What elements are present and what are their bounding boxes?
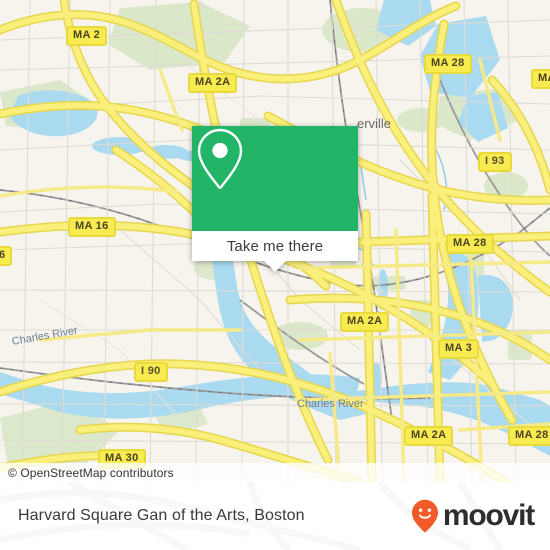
callout-action-bar[interactable]: Take me there xyxy=(192,231,358,261)
page-title: Harvard Square Gan of the Arts, Boston xyxy=(18,507,305,524)
take-me-there-label: Take me there xyxy=(226,237,324,255)
road-shield-ma-28: MA 28 xyxy=(446,234,494,254)
road-shield-ma-16-clipped: 6 xyxy=(0,246,13,266)
road-shield-ma-2a: MA 2A xyxy=(188,73,238,93)
callout-icon-panel xyxy=(192,126,358,231)
road-shield-ma-2: MA 2 xyxy=(66,26,108,46)
map-pin-icon xyxy=(197,128,243,189)
road-shield-ma-16: MA 16 xyxy=(68,217,116,237)
road-shield-ma: MA xyxy=(531,69,550,89)
map-canvas[interactable]: erville Charles River Charles River MA 2… xyxy=(0,0,550,482)
road-shield-i-93: I 93 xyxy=(478,152,512,172)
map-place-label: erville xyxy=(357,116,391,131)
location-callout-card[interactable]: Take me there xyxy=(192,126,358,272)
road-shield-ma-28: MA 28 xyxy=(424,54,472,74)
road-shield-ma-2a: MA 2A xyxy=(404,426,454,446)
moovit-logo[interactable]: moovit xyxy=(411,499,535,533)
road-shield-ma-28: MA 28 xyxy=(508,426,550,446)
attribution-text: © OpenStreetMap contributors xyxy=(8,465,174,480)
map-attribution-bar: © OpenStreetMap contributors xyxy=(0,463,550,482)
footer-bar: Harvard Square Gan of the Arts, Boston m… xyxy=(0,482,550,550)
road-shield-i-90: I 90 xyxy=(134,362,168,382)
road-shield-ma-3: MA 3 xyxy=(438,339,480,359)
map-water-label: Charles River xyxy=(297,398,364,410)
moovit-smiley-pin-icon xyxy=(411,499,438,533)
moovit-map-screenshot: erville Charles River Charles River MA 2… xyxy=(0,0,550,550)
moovit-wordmark: moovit xyxy=(442,499,535,532)
road-shield-ma-2a: MA 2A xyxy=(340,312,390,332)
callout-pointer-tail xyxy=(264,261,286,272)
